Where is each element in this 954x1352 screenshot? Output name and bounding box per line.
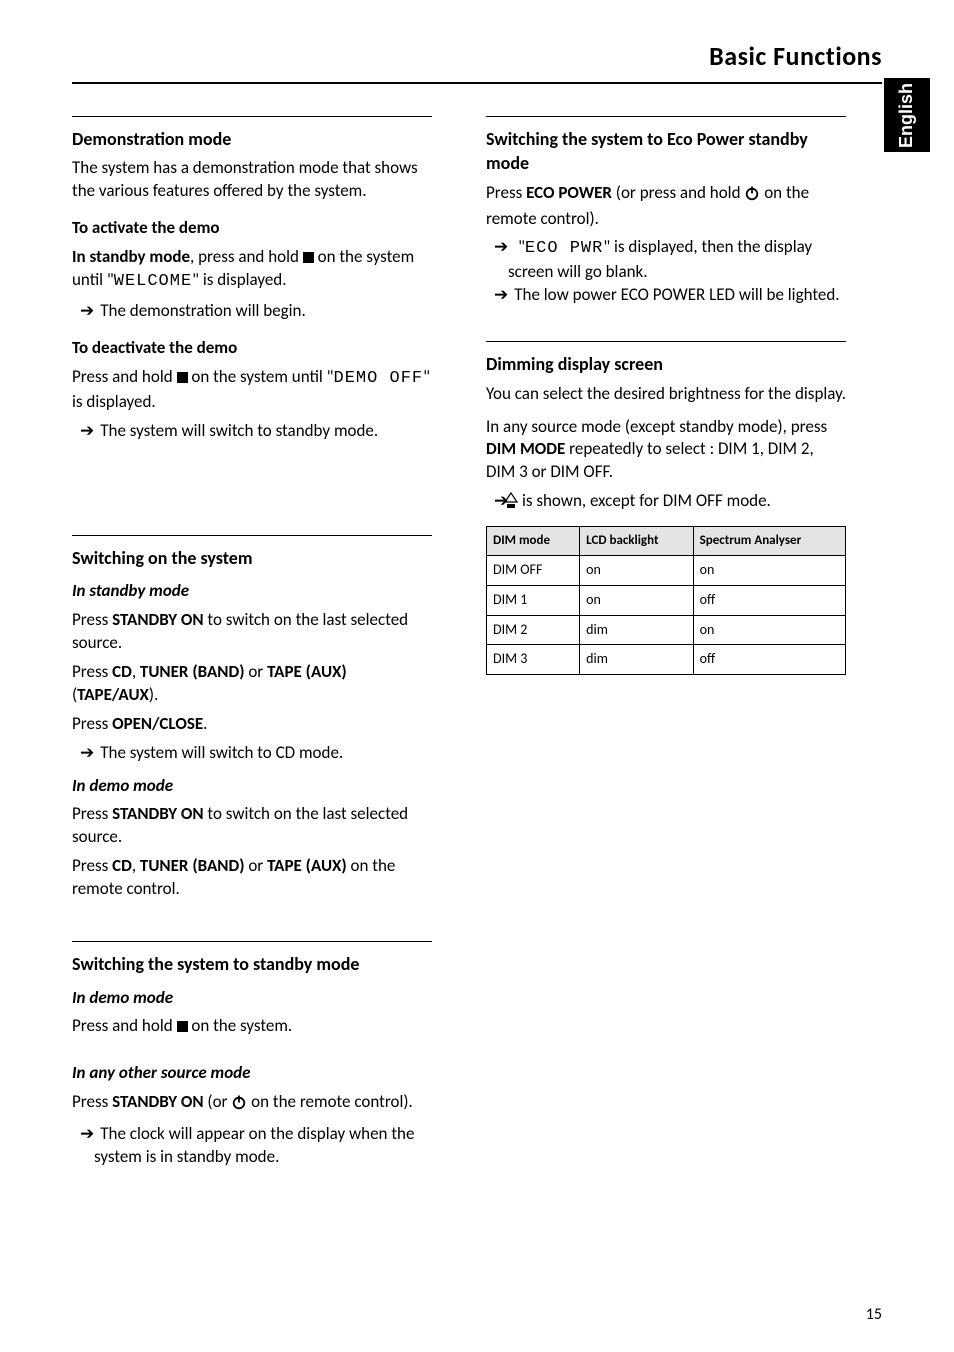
language-tab-label: English (896, 83, 916, 148)
demo-on-step-1: Press STANDBY ON to switch on the last s… (72, 803, 432, 849)
standby-any-step: Press STANDBY ON (or on the remote contr… (72, 1091, 432, 1117)
language-tab: English (884, 78, 930, 152)
switch-on-step-3: Press OPEN/CLOSE. (72, 713, 432, 736)
display-welcome: WELCOME (114, 272, 192, 291)
section-title-demo: Demonstration mode (72, 127, 432, 151)
section-rule (72, 116, 432, 117)
right-column: Switching the system to Eco Power standb… (486, 108, 846, 1169)
standby-demo-step: Press and hold on the system. (72, 1015, 432, 1038)
switch-on-step-2: Press CD, TUNER (BAND) or TAPE (AUX) (TA… (72, 661, 432, 707)
section-title-dim: Dimming display screen (486, 352, 846, 376)
page-title: Basic Functions (72, 40, 882, 72)
section-title-eco: Switching the system to Eco Power standb… (486, 127, 846, 176)
table-header: LCD backlight (580, 527, 693, 556)
section-rule (72, 535, 432, 536)
demo-on-step-2: Press CD, TUNER (BAND) or TAPE (AUX) on … (72, 855, 432, 901)
table-row: DIM 1 on off (487, 585, 846, 615)
stop-icon (303, 252, 314, 263)
top-rule (72, 82, 882, 84)
switch-on-step-1: Press STANDBY ON to switch on the last s… (72, 609, 432, 655)
stop-icon (177, 372, 188, 383)
section-rule (72, 941, 432, 942)
table-header: DIM mode (487, 527, 580, 556)
power-icon (231, 1094, 247, 1117)
power-icon (744, 185, 760, 208)
eco-step: Press ECO POWER (or press and hold on th… (486, 182, 846, 231)
table-row: DIM OFF on on (487, 555, 846, 585)
activate-prefix: In standby mode (72, 246, 190, 267)
stop-icon (177, 1021, 188, 1032)
activate-step: In standby mode, press and hold on the s… (72, 246, 432, 294)
switch-on-cd-result: The system will switch to CD mode. (94, 742, 432, 765)
dim-result: is shown, except for DIM OFF mode. (508, 490, 846, 516)
section-rule (486, 116, 846, 117)
demo-intro: The system has a demonstration mode that… (72, 157, 432, 203)
activate-result: The demonstration will begin. (94, 300, 432, 323)
page-number: 15 (866, 1305, 882, 1324)
sub-deactivate-demo: To deactivate the demo (72, 337, 432, 360)
table-header-row: DIM mode LCD backlight Spectrum Analyser (487, 527, 846, 556)
section-title-standby: Switching the system to standby mode (72, 952, 432, 976)
dim-table: DIM mode LCD backlight Spectrum Analyser… (486, 526, 846, 675)
section-title-switch-on: Switching on the system (72, 546, 432, 570)
sub-any-other-source: In any other source mode (72, 1062, 432, 1085)
table-row: DIM 3 dim off (487, 645, 846, 675)
dim-step: In any source mode (except standby mode)… (486, 416, 846, 485)
eco-result-2: The low power ECO POWER LED will be ligh… (508, 284, 846, 307)
deactivate-step: Press and hold on the system until "DEMO… (72, 366, 432, 414)
page: Basic Functions English Demonstration mo… (0, 0, 954, 1352)
sub-in-demo: In demo mode (72, 775, 432, 798)
sub-demo-mode: In demo mode (72, 987, 432, 1010)
sub-activate-demo: To activate the demo (72, 217, 432, 240)
table-row: DIM 2 dim on (487, 615, 846, 645)
left-column: Demonstration mode The system has a demo… (72, 108, 432, 1169)
eco-result-1: "ECO PWR" is displayed, then the display… (508, 236, 846, 284)
section-rule (486, 341, 846, 342)
dim-intro: You can select the desired brightness fo… (486, 383, 846, 406)
columns: Demonstration mode The system has a demo… (72, 108, 882, 1169)
display-eco-pwr: ECO PWR (525, 239, 603, 258)
deactivate-result: The system will switch to standby mode. (94, 420, 432, 443)
sub-in-standby: In standby mode (72, 580, 432, 603)
standby-result: The clock will appear on the display whe… (94, 1123, 432, 1169)
display-demo-off: DEMO OFF (334, 369, 424, 388)
table-header: Spectrum Analyser (693, 527, 845, 556)
